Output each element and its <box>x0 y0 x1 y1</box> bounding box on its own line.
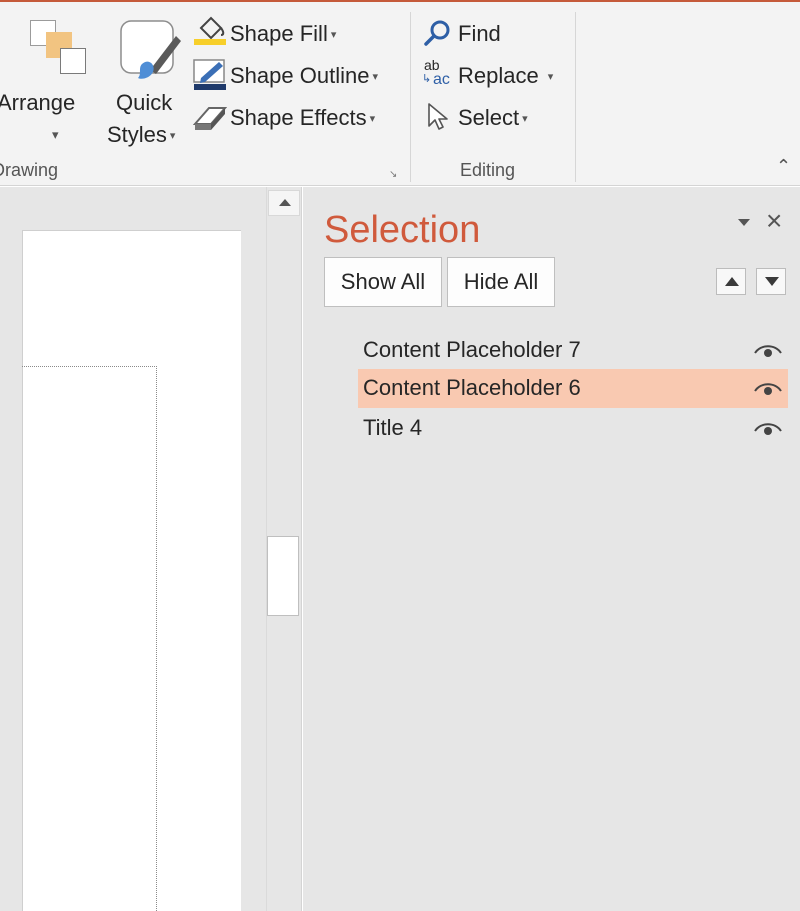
object-name: Content Placeholder 6 <box>363 375 581 400</box>
ribbon: Arrange ▾ Quick Styles ▾ Shape Fill ▾ Shap… <box>0 0 800 186</box>
scroll-up-button[interactable] <box>268 190 300 216</box>
close-icon[interactable]: × <box>766 205 782 237</box>
arrange-dropdown-arrow[interactable]: ▾ <box>52 122 59 148</box>
shape-outline-label: Shape Outline <box>230 63 370 88</box>
selection-list-item[interactable]: Title 4 <box>358 409 788 448</box>
replace-arrow-glyph: ↳ <box>422 73 432 85</box>
paint-bucket-icon <box>194 16 226 45</box>
eye-icon[interactable] <box>753 420 783 438</box>
quick-styles-sublabel[interactable]: Styles ▾ <box>107 122 175 149</box>
quick-styles-dropdown-arrow[interactable]: ▾ <box>170 130 176 142</box>
shape-outline-button[interactable]: Shape Outline ▾ <box>230 63 378 90</box>
object-name: Title 4 <box>363 415 423 440</box>
group-separator <box>575 12 576 182</box>
shape-effects-label: Shape Effects <box>230 105 367 130</box>
editing-group-label: Editing <box>460 160 516 180</box>
shape-fill-label: Shape Fill <box>230 21 328 46</box>
find-button[interactable]: Find <box>458 21 501 47</box>
object-name: Content Placeholder 7 <box>363 337 581 362</box>
shape-outline-dropdown-arrow[interactable]: ▾ <box>372 71 378 83</box>
selection-pane-title: Selection <box>324 209 481 251</box>
arrange-button[interactable]: Arrange <box>0 90 75 116</box>
collapse-ribbon-icon[interactable]: ⌃ <box>776 156 791 177</box>
shape-fill-button[interactable]: Shape Fill ▾ <box>230 21 336 48</box>
scrollbar-thumb[interactable] <box>267 536 299 616</box>
magnifier-icon <box>424 20 450 46</box>
drawing-dialog-launcher-icon[interactable]: ↘ <box>389 169 401 181</box>
eye-icon[interactable] <box>753 342 783 360</box>
eye-icon[interactable] <box>753 380 783 398</box>
select-label: Select <box>458 105 520 130</box>
send-backward-button[interactable] <box>756 268 786 295</box>
cursor-icon <box>428 103 448 130</box>
arrange-icon-front-box <box>60 48 86 74</box>
pane-options-dropdown-icon[interactable] <box>736 214 752 230</box>
quick-styles-button[interactable]: Quick <box>116 90 172 116</box>
pencil-icon <box>193 59 226 90</box>
shape-fill-dropdown-arrow[interactable]: ▾ <box>331 29 337 41</box>
shape-effects-button[interactable]: Shape Effects ▾ <box>230 105 375 132</box>
eraser-icon <box>193 107 227 130</box>
replace-icon-top-text: ab <box>424 57 440 73</box>
content-placeholder-outline[interactable] <box>22 366 157 911</box>
selection-list-item[interactable]: Content Placeholder 7 <box>358 331 788 370</box>
drawing-group-label: Drawing <box>0 160 59 180</box>
selection-list-item[interactable]: Content Placeholder 6 <box>358 369 788 408</box>
select-button[interactable]: Select ▾ <box>458 105 528 132</box>
replace-button[interactable]: Replace ▾ <box>458 63 553 90</box>
select-dropdown-arrow[interactable]: ▾ <box>522 113 528 125</box>
styles-label: Styles <box>107 122 167 147</box>
bring-forward-button[interactable] <box>716 268 746 295</box>
shape-effects-dropdown-arrow[interactable]: ▾ <box>370 113 376 125</box>
replace-dropdown-arrow[interactable]: ▾ <box>548 71 554 83</box>
show-all-button[interactable]: Show All <box>324 257 442 307</box>
replace-label: Replace <box>458 63 539 88</box>
hide-all-button[interactable]: Hide All <box>447 257 555 307</box>
group-separator <box>410 12 411 182</box>
quick-styles-icon[interactable] <box>120 20 182 82</box>
replace-icon: ab ↳ ac <box>422 58 456 90</box>
replace-icon-bottom-text: ac <box>433 71 450 88</box>
